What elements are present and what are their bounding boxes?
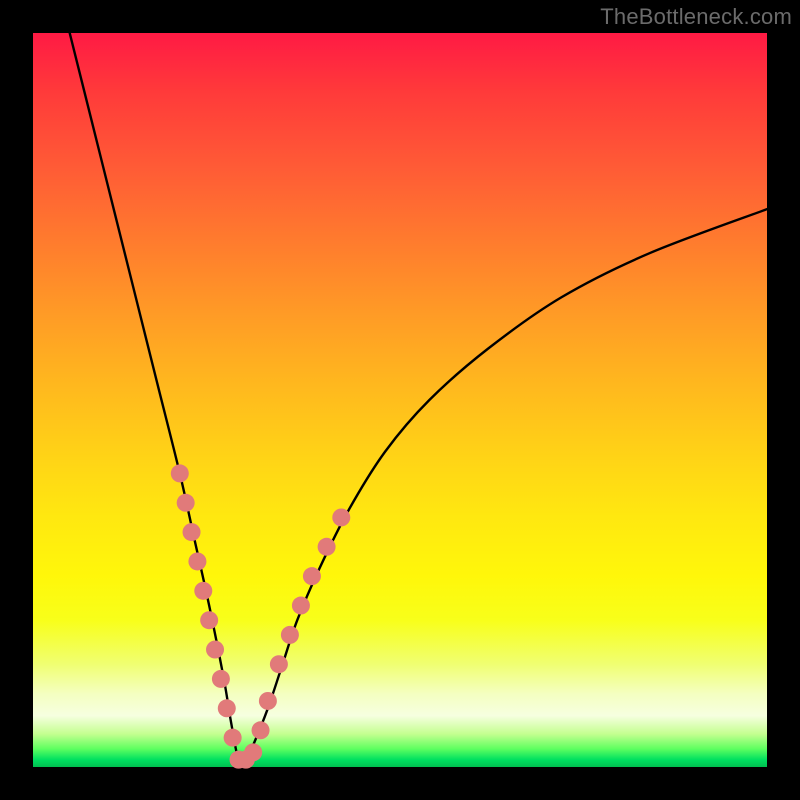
sample-marker	[177, 494, 195, 512]
sample-marker	[270, 655, 288, 673]
sample-marker	[206, 641, 224, 659]
sample-marker	[188, 552, 206, 570]
sample-marker	[183, 523, 201, 541]
sample-marker	[332, 508, 350, 526]
sample-marker	[194, 582, 212, 600]
sample-marker	[303, 567, 321, 585]
sample-marker	[200, 611, 218, 629]
chart-frame: TheBottleneck.com	[0, 0, 800, 800]
sample-marker	[224, 729, 242, 747]
watermark-text: TheBottleneck.com	[600, 4, 792, 30]
bottleneck-curve	[70, 33, 767, 763]
sample-marker	[218, 699, 236, 717]
sample-marker	[292, 597, 310, 615]
sample-marker	[281, 626, 299, 644]
sample-marker	[212, 670, 230, 688]
sample-marker	[318, 538, 336, 556]
chart-svg	[33, 33, 767, 767]
sample-marker	[244, 743, 262, 761]
sample-marker	[259, 692, 277, 710]
sample-marker	[252, 721, 270, 739]
sample-marker	[171, 464, 189, 482]
marker-group	[171, 464, 350, 768]
